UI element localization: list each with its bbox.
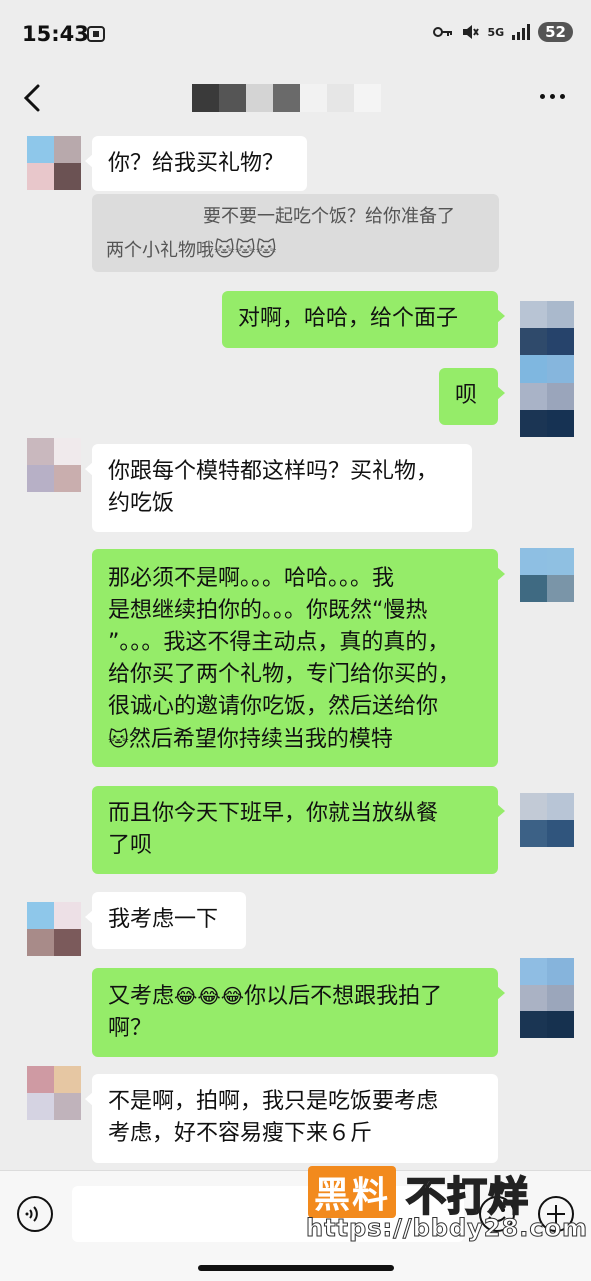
- message-line: ”。。。我这不得主动点，真的真的，: [108, 630, 450, 655]
- message-line: 是想继续拍你的。。。你既然“慢热: [108, 598, 428, 623]
- message-bubble-sent[interactable]: 呗: [439, 368, 505, 425]
- message-input[interactable]: [72, 1186, 464, 1242]
- home-indicator: [198, 1265, 394, 1271]
- signal-icon: [512, 24, 531, 40]
- clock: 15:43: [22, 22, 89, 46]
- message-line: 很诚心的邀请你吃饭，然后送给你: [108, 694, 439, 719]
- message-bubble-received[interactable]: 不是啊，拍啊，我只是吃饭要考虑 考虑，好不容易瘦下来６斤: [85, 1074, 498, 1163]
- message-line: 而且你今天下班早，你就当放纵餐: [108, 801, 439, 826]
- laugh-cry-emoji: 😂: [220, 984, 245, 1008]
- message-bubble-received[interactable]: 你跟每个模特都这样吗？买礼物， 约吃饭: [85, 444, 472, 532]
- network-label: 5G: [487, 25, 505, 39]
- message-line: 约吃饭: [108, 491, 175, 516]
- message-line: 给你买了两个礼物，专门给你买的，: [108, 662, 461, 687]
- emoji-icon[interactable]: [478, 1195, 516, 1233]
- message-line: 了呗: [108, 833, 153, 858]
- message-bubble-sent[interactable]: 那必须不是啊。。。哈哈。。。我 是想继续拍你的。。。你既然“慢热 ”。。。我这不…: [92, 549, 505, 767]
- status-bar: 15:43 5G 52: [0, 0, 591, 70]
- quote-line-1: 要不要一起吃个饭？给你准备了: [203, 206, 455, 227]
- plus-icon[interactable]: [537, 1195, 575, 1233]
- key-icon: [433, 27, 453, 37]
- message-text: 呗: [455, 383, 478, 408]
- message-bubble-received[interactable]: 你？给我买礼物？: [85, 136, 307, 191]
- cat-emoji: 🐱: [214, 237, 235, 261]
- cat-emoji: 🐱: [234, 237, 256, 261]
- message-text: 我考虑一下: [108, 907, 219, 932]
- chat-header: [0, 70, 591, 126]
- laugh-cry-emoji: 😂: [197, 984, 221, 1008]
- message-bubble-sent[interactable]: 而且你今天下班早，你就当放纵餐 了呗: [92, 786, 505, 874]
- message-bubble-sent[interactable]: 又考虑😂😂😂你以后不想跟我拍了 啊？: [92, 968, 505, 1057]
- message-line: 那必须不是啊。。。哈哈。。。我: [108, 566, 395, 591]
- more-options-icon[interactable]: [540, 94, 565, 99]
- battery-indicator: 52: [538, 22, 573, 42]
- self-avatar[interactable]: [520, 958, 574, 1038]
- message-text: 对啊，哈哈，给个面子: [238, 306, 459, 331]
- message-line: 啊？: [108, 1016, 153, 1041]
- laugh-cry-emoji: 😂: [174, 984, 198, 1008]
- contact-avatar[interactable]: [27, 1066, 81, 1120]
- message-line: 不是啊，拍啊，我只是吃饭要考虑: [108, 1089, 439, 1114]
- contact-avatar[interactable]: [27, 902, 81, 956]
- message-line: 你跟每个模特都这样吗？买礼物，: [108, 459, 439, 484]
- contact-avatar[interactable]: [27, 136, 81, 190]
- message-list[interactable]: 你？给我买礼物？ 要不要一起吃个饭？给你准备了 两个小礼物哦🐱🐱🐱 对啊，哈哈，…: [0, 126, 591, 1170]
- message-line: 然后希望你持续当我的模特: [128, 727, 393, 752]
- message-bubble-sent[interactable]: 对啊，哈哈，给个面子: [222, 291, 505, 348]
- self-avatar[interactable]: [520, 548, 574, 602]
- voice-input-icon[interactable]: [16, 1195, 54, 1233]
- self-avatar[interactable]: [520, 793, 574, 847]
- message-line: 考虑，好不容易瘦下来６斤: [108, 1121, 373, 1146]
- message-text: 你？给我买礼物？: [108, 151, 285, 176]
- message-line: 你以后不想跟我拍了: [244, 984, 443, 1009]
- self-avatar[interactable]: [520, 301, 574, 437]
- message-line: 又考虑: [108, 984, 175, 1009]
- input-toolbar: [0, 1170, 591, 1281]
- chat-title-pixelated: [192, 84, 381, 112]
- screen-record-icon: [87, 26, 105, 42]
- quoted-message[interactable]: 要不要一起吃个饭？给你准备了 两个小礼物哦🐱🐱🐱: [92, 194, 499, 272]
- quote-line-2: 两个小礼物哦: [106, 240, 214, 261]
- cat-emoji: 🐱: [255, 237, 277, 261]
- contact-avatar[interactable]: [27, 438, 81, 492]
- cat-emoji: 🐱: [108, 727, 129, 751]
- message-bubble-received[interactable]: 我考虑一下: [85, 892, 246, 949]
- mute-icon: [463, 25, 480, 39]
- back-arrow-icon[interactable]: [18, 80, 50, 116]
